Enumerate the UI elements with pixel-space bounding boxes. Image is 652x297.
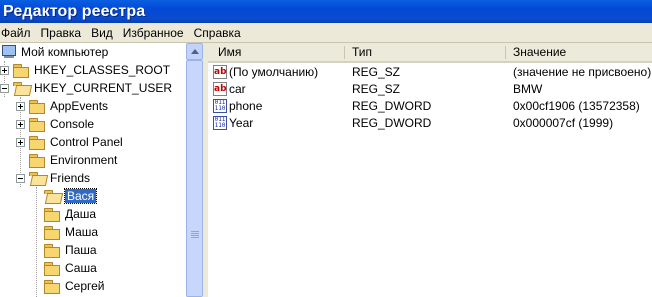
list-row[interactable]: ab (По умолчанию) REG_SZ (значение не пр… bbox=[208, 64, 652, 81]
value-type: REG_SZ bbox=[352, 65, 401, 79]
value-data: 0x00cf1906 (13572358) bbox=[513, 99, 640, 113]
collapse-icon[interactable] bbox=[0, 83, 9, 93]
menu-file[interactable]: Файл bbox=[0, 26, 37, 40]
folder-icon bbox=[44, 243, 60, 258]
tree-item-masha[interactable]: Маша bbox=[44, 223, 98, 241]
computer-icon bbox=[1, 45, 17, 59]
string-value-icon: ab bbox=[213, 65, 227, 79]
tree-item-sergey[interactable]: Сергей bbox=[44, 277, 105, 295]
column-name[interactable]: Имя bbox=[212, 43, 338, 61]
tree-item-label-selected: Вася bbox=[63, 188, 98, 204]
scroll-thumb[interactable] bbox=[186, 60, 203, 297]
list-header: Имя Тип Значение bbox=[208, 43, 652, 63]
tree-scrollbar[interactable] bbox=[186, 43, 203, 297]
column-type[interactable]: Тип bbox=[346, 43, 502, 61]
window-title: Редактор реестра bbox=[3, 2, 146, 20]
expand-icon[interactable] bbox=[0, 65, 9, 75]
title-bar[interactable]: Редактор реестра bbox=[0, 0, 652, 23]
expand-icon[interactable] bbox=[16, 137, 25, 147]
expand-icon[interactable] bbox=[16, 119, 25, 129]
folder-icon bbox=[29, 117, 45, 132]
column-value[interactable]: Значение bbox=[507, 43, 652, 61]
value-name: Year bbox=[229, 116, 254, 130]
folder-open-icon bbox=[13, 81, 29, 95]
tree-line bbox=[36, 187, 37, 297]
tree-item-label: Control Panel bbox=[50, 135, 123, 149]
tree-item-label: Мой компьютер bbox=[21, 45, 109, 59]
tree-item-appevents[interactable]: AppEvents bbox=[16, 97, 108, 115]
tree-item-label: Console bbox=[50, 117, 95, 131]
tree-item-label: Environment bbox=[50, 153, 118, 167]
tree-item-environment[interactable]: Environment bbox=[29, 151, 117, 169]
values-list[interactable]: Имя Тип Значение ab (По умолчанию) REG_S… bbox=[208, 43, 652, 297]
scroll-up-button[interactable] bbox=[186, 43, 203, 60]
folder-icon bbox=[29, 99, 45, 114]
value-data: (значение не присвоено) bbox=[513, 65, 652, 79]
folder-icon bbox=[13, 63, 29, 78]
tree-item-label: Сергей bbox=[65, 279, 105, 293]
menu-favorites[interactable]: Избранное bbox=[119, 26, 190, 40]
folder-icon bbox=[29, 153, 45, 168]
menu-edit[interactable]: Правка bbox=[37, 26, 88, 40]
folder-icon bbox=[44, 261, 60, 276]
tree-item-label: HKEY_CURRENT_USER bbox=[34, 81, 173, 95]
tree-item-control-panel[interactable]: Control Panel bbox=[16, 133, 123, 151]
value-name: phone bbox=[229, 99, 263, 113]
tree-item-dasha[interactable]: Даша bbox=[44, 205, 96, 223]
tree-item-label: Friends bbox=[50, 171, 91, 185]
folder-open-icon bbox=[44, 189, 60, 203]
folder-icon bbox=[29, 135, 45, 150]
tree-item-pasha[interactable]: Паша bbox=[44, 241, 97, 259]
folder-icon bbox=[44, 225, 60, 240]
folder-open-icon bbox=[29, 171, 45, 185]
tree-item-label: AppEvents bbox=[50, 99, 109, 113]
tree-item-hkey-classes-root[interactable]: HKEY_CLASSES_ROOT bbox=[0, 61, 170, 79]
tree-item-label: HKEY_CLASSES_ROOT bbox=[34, 63, 171, 77]
string-value-icon: ab bbox=[213, 82, 227, 96]
tree-item-sasha[interactable]: Саша bbox=[44, 259, 97, 277]
list-row[interactable]: 011 110 Year REG_DWORD 0x000007cf (1999) bbox=[208, 115, 652, 132]
tree-item-friends[interactable]: Friends bbox=[16, 169, 90, 187]
tree-item-label: Маша bbox=[65, 225, 99, 239]
folder-icon bbox=[44, 279, 60, 294]
value-type: REG_DWORD bbox=[352, 116, 432, 130]
binary-value-icon: 011 110 bbox=[213, 99, 227, 113]
tree-item-label: Даша bbox=[65, 207, 97, 221]
tree-item-my-computer[interactable]: Мой компьютер bbox=[1, 43, 108, 61]
collapse-icon[interactable] bbox=[16, 173, 25, 183]
tree-item-label: Саша bbox=[65, 261, 97, 275]
expand-icon[interactable] bbox=[16, 101, 25, 111]
value-name: (По умолчанию) bbox=[229, 65, 319, 79]
value-name: car bbox=[229, 82, 246, 96]
value-data: 0x000007cf (1999) bbox=[513, 116, 614, 130]
value-type: REG_SZ bbox=[352, 82, 401, 96]
menu-bar: Файл Правка Вид Избранное Справка bbox=[0, 23, 652, 43]
list-row[interactable]: ab car REG_SZ BMW bbox=[208, 81, 652, 98]
registry-tree[interactable]: Мой компьютер HKEY_CLASSES_ROOT HKEY_CUR… bbox=[0, 43, 186, 297]
folder-icon bbox=[44, 207, 60, 222]
tree-item-hkey-current-user[interactable]: HKEY_CURRENT_USER bbox=[0, 79, 172, 97]
tree-item-vasya[interactable]: Вася bbox=[44, 187, 98, 205]
tree-item-label: Паша bbox=[65, 243, 97, 257]
menu-view[interactable]: Вид bbox=[87, 26, 119, 40]
menu-help[interactable]: Справка bbox=[190, 26, 247, 40]
tree-item-console[interactable]: Console bbox=[16, 115, 94, 133]
list-row[interactable]: 011 110 phone REG_DWORD 0x00cf1906 (13572… bbox=[208, 98, 652, 115]
binary-value-icon: 011 110 bbox=[213, 116, 227, 130]
value-data: BMW bbox=[513, 82, 543, 96]
value-type: REG_DWORD bbox=[352, 99, 432, 113]
